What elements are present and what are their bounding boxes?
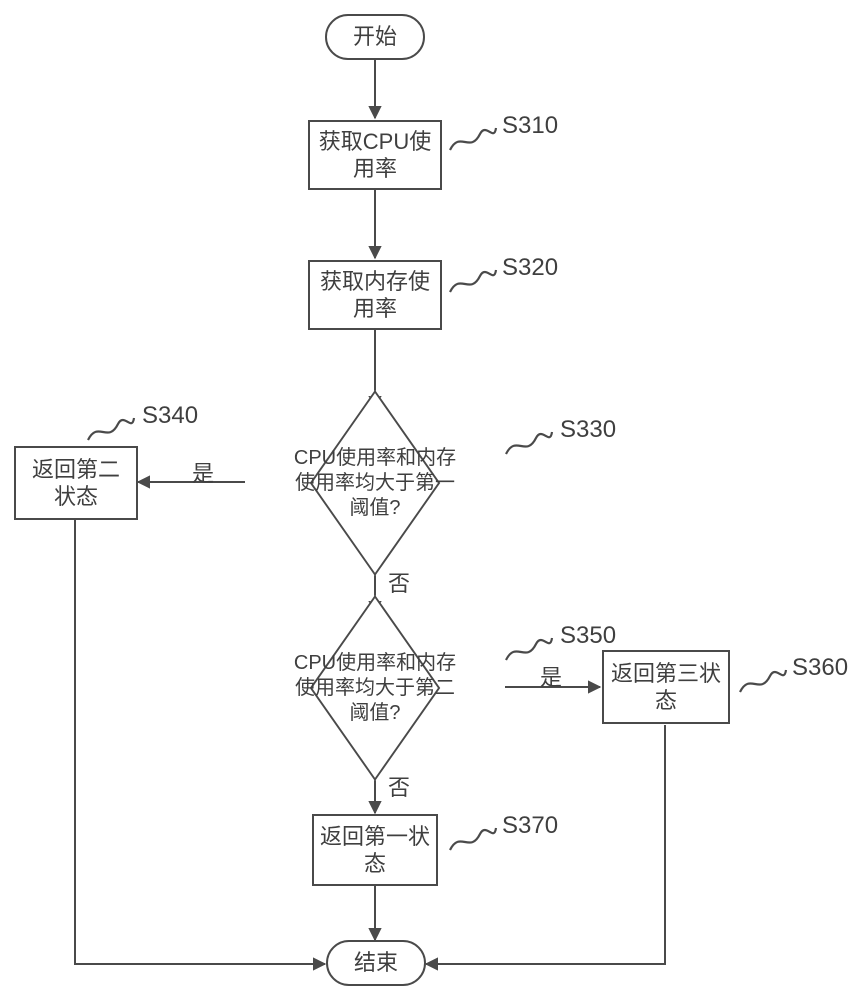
edge-label-yes-s330: 是 xyxy=(192,456,214,488)
flowchart-start: 开始 xyxy=(325,14,425,60)
decision-s350: CPU使用率和内存使用率均大于第二阈值? xyxy=(280,613,470,763)
start-label: 开始 xyxy=(353,23,397,51)
s310-label: 获取CPU使用率 xyxy=(316,128,434,183)
process-s320: 获取内存使用率 xyxy=(308,260,442,330)
step-tag-s310: S310 xyxy=(502,112,558,140)
s320-label: 获取内存使用率 xyxy=(316,268,434,323)
end-label: 结束 xyxy=(354,949,398,977)
step-tag-s320: S320 xyxy=(502,254,558,282)
step-tag-s360: S360 xyxy=(792,654,848,682)
process-s360: 返回第三状态 xyxy=(602,650,730,724)
s340-label: 返回第二状态 xyxy=(22,456,130,511)
step-tag-s330: S330 xyxy=(560,416,616,444)
squiggle-connector xyxy=(504,424,554,460)
squiggle-connector xyxy=(448,820,498,856)
process-s340: 返回第二状态 xyxy=(14,446,138,520)
s360-label: 返回第三状态 xyxy=(610,660,722,715)
step-tag-s340: S340 xyxy=(142,402,198,430)
edge-label-no-s330: 否 xyxy=(388,566,410,598)
s370-label: 返回第一状态 xyxy=(320,823,430,878)
process-s370: 返回第一状态 xyxy=(312,814,438,886)
squiggle-connector xyxy=(448,120,498,156)
step-tag-s350: S350 xyxy=(560,622,616,650)
s350-label: CPU使用率和内存使用率均大于第二阈值? xyxy=(286,651,464,726)
flowchart-end: 结束 xyxy=(326,940,426,986)
squiggle-connector xyxy=(86,410,136,446)
squiggle-connector xyxy=(504,630,554,666)
process-s310: 获取CPU使用率 xyxy=(308,120,442,190)
step-tag-s370: S370 xyxy=(502,812,558,840)
decision-s330: CPU使用率和内存使用率均大于第一阈值? xyxy=(280,408,470,558)
squiggle-connector xyxy=(738,662,788,698)
s330-label: CPU使用率和内存使用率均大于第一阈值? xyxy=(286,446,464,521)
edge-label-no-s350: 否 xyxy=(388,770,410,802)
squiggle-connector xyxy=(448,262,498,298)
